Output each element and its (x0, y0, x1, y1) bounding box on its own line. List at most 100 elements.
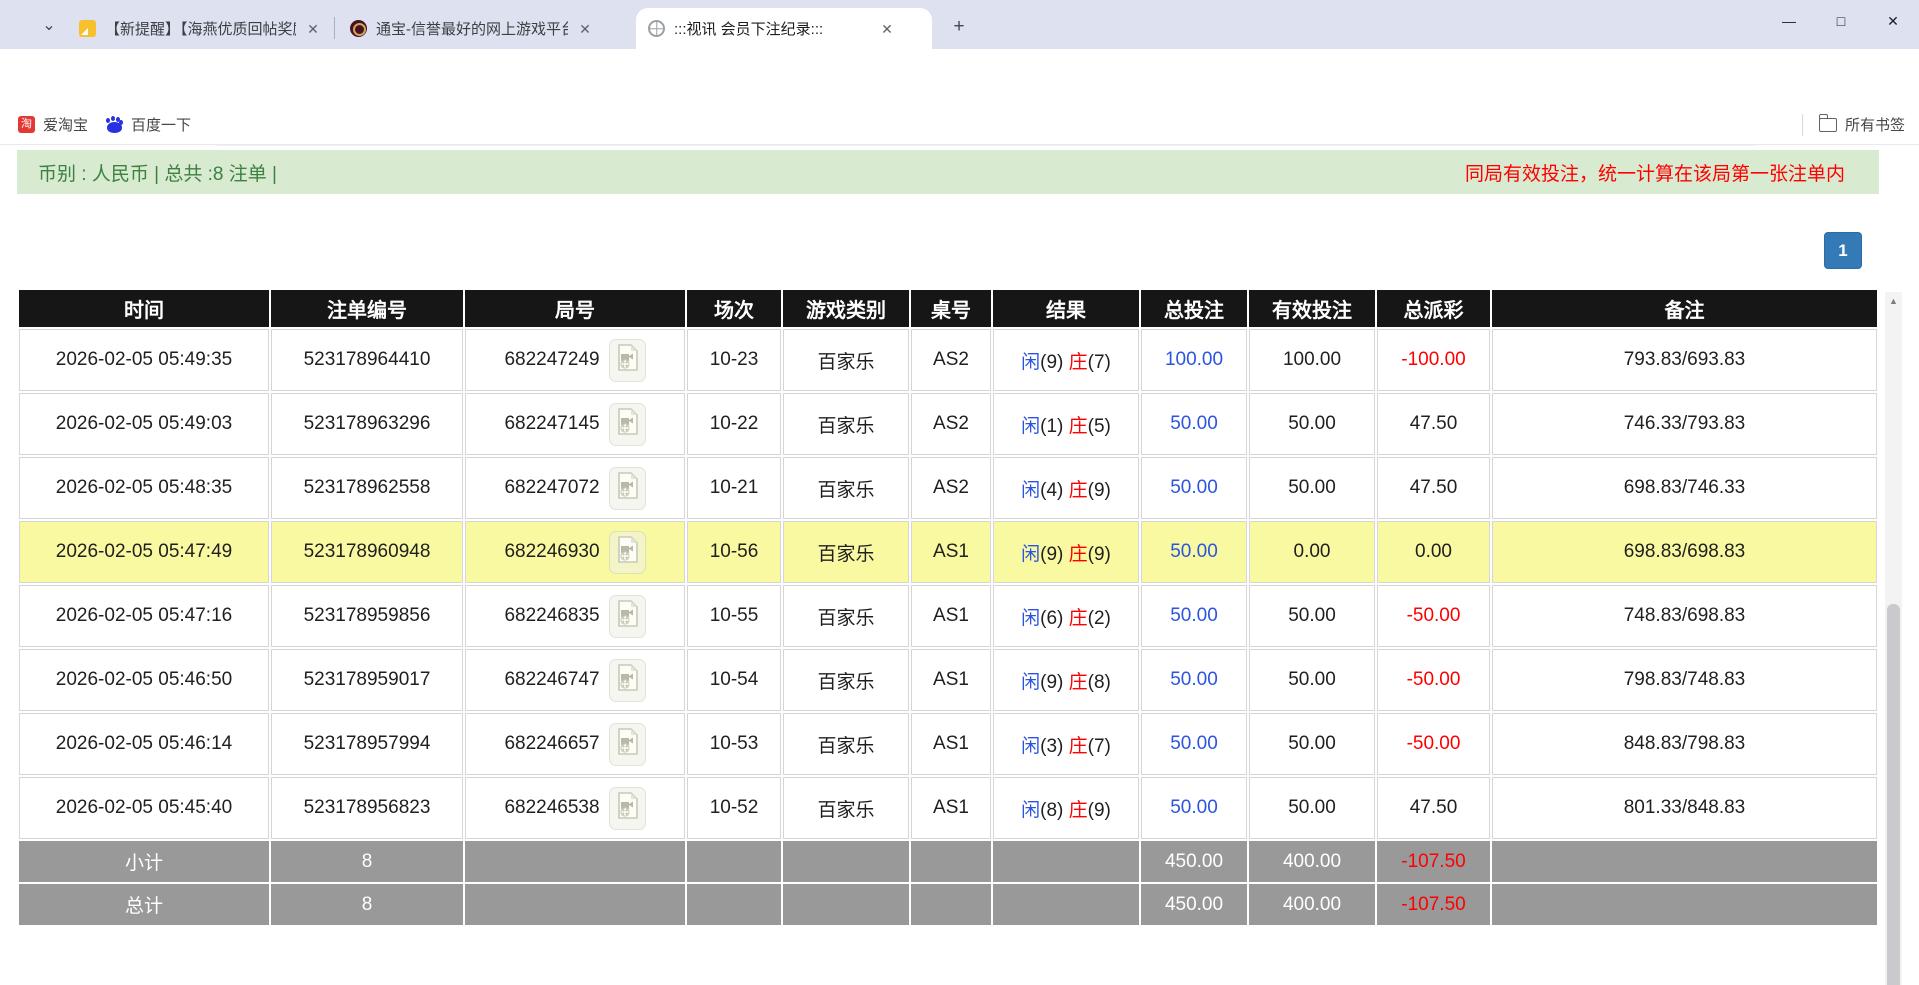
all-bookmarks-button[interactable]: 所有书签 (1845, 114, 1905, 135)
footer-empty-cell (783, 884, 909, 925)
result-banker-value: (7) (1087, 351, 1111, 373)
window-minimize-button[interactable]: — (1763, 0, 1815, 42)
footer-empty-cell (687, 884, 781, 925)
video-replay-icon (617, 663, 638, 697)
cell-table-no: AS1 (911, 713, 991, 775)
result-banker-value: (9) (1087, 479, 1111, 501)
result-player-label: 闲 (1021, 415, 1041, 437)
result-player-value: (9) (1040, 671, 1064, 693)
round-number: 682247072 (504, 477, 600, 498)
video-replay-icon (617, 407, 638, 441)
window-maximize-button[interactable]: □ (1815, 0, 1867, 42)
video-replay-button[interactable] (608, 530, 646, 574)
result-player-label: 闲 (1021, 735, 1041, 757)
tab-title: 【新提醒】【海燕优质回帖奖励 (105, 21, 297, 38)
cell-total-bet: 50.00 (1141, 521, 1247, 583)
result-player-label: 闲 (1021, 607, 1041, 629)
cell-session: 10-53 (687, 713, 781, 775)
cell-game-type: 百家乐 (783, 329, 909, 391)
cell-note: 801.33/848.83 (1492, 777, 1877, 839)
tab-close-icon[interactable]: ✕ (304, 20, 322, 38)
result-banker-value: (9) (1087, 799, 1111, 821)
cell-payout: 47.50 (1377, 393, 1490, 455)
window-controls: — □ ✕ (1763, 0, 1919, 42)
cell-round: 682246747 (465, 649, 685, 711)
cell-payout: 47.50 (1377, 457, 1490, 519)
video-replay-icon (617, 791, 638, 825)
tab-close-icon[interactable]: ✕ (576, 20, 594, 38)
cell-bet-id: 523178957994 (271, 713, 463, 775)
cell-round: 682246835 (465, 585, 685, 647)
result-player-value: (8) (1040, 799, 1064, 821)
cell-round: 682246930 (465, 521, 685, 583)
result-banker-label: 庄 (1068, 607, 1088, 629)
bet-row: 2026-02-05 05:45:40 523178956823 682246538… (19, 777, 1877, 839)
cell-valid-bet: 50.00 (1249, 457, 1375, 519)
video-replay-button[interactable] (608, 786, 646, 830)
window-close-button[interactable]: ✕ (1867, 0, 1919, 42)
tab-haiyan[interactable]: 【新提醒】【海燕优质回帖奖励 ✕ (67, 8, 332, 49)
tab-betrecord-active[interactable]: :::视讯 会员下注纪录::: ✕ (636, 8, 932, 49)
cell-time: 2026-02-05 05:46:50 (19, 649, 269, 711)
bookmarks-bar: 淘 爱淘宝 百度一下 所有书签 (0, 105, 1919, 145)
result-player-value: (1) (1040, 415, 1064, 437)
footer-empty-cell (911, 841, 991, 882)
grand-total-row: 总计 8 450.00 400.00 -107.50 (19, 884, 1877, 925)
cell-result: 闲(9) 庄(9) (993, 521, 1139, 583)
pagination-page-1-button[interactable]: 1 (1824, 232, 1862, 269)
result-player-value: (9) (1040, 543, 1064, 565)
video-replay-button[interactable] (608, 338, 646, 382)
cell-bet-id: 523178963296 (271, 393, 463, 455)
cell-valid-bet: 50.00 (1249, 585, 1375, 647)
cell-result: 闲(1) 庄(5) (993, 393, 1139, 455)
column-header-9: 总派彩 (1377, 290, 1490, 327)
cell-time: 2026-02-05 05:45:40 (19, 777, 269, 839)
column-header-7: 总投注 (1141, 290, 1247, 327)
video-replay-button[interactable] (608, 402, 646, 446)
tab-close-icon[interactable]: ✕ (878, 20, 896, 38)
tab-search-chevron-icon[interactable]: ⌄ (34, 10, 64, 40)
scrollbar-up-icon[interactable]: ▲ (1885, 292, 1902, 309)
video-replay-button[interactable] (608, 466, 646, 510)
cell-total-bet: 50.00 (1141, 585, 1247, 647)
cell-bet-id: 523178964410 (271, 329, 463, 391)
cell-round: 682247145 (465, 393, 685, 455)
taobao-icon: 淘 (18, 116, 35, 133)
bookmark-aitaobao[interactable]: 淘 爱淘宝 (18, 114, 88, 135)
notice-text: 同局有效投注，统一计算在该局第一张注单内 (1464, 163, 1845, 185)
new-tab-button[interactable]: + (945, 13, 973, 41)
footer-label: 总计 (19, 884, 269, 925)
tab-favicon-globe-icon (648, 20, 665, 37)
cell-table-no: AS1 (911, 649, 991, 711)
cell-bet-id: 523178956823 (271, 777, 463, 839)
bookmark-baidu[interactable]: 百度一下 (106, 114, 191, 135)
video-replay-icon (617, 343, 638, 377)
bookmarks-divider (1801, 113, 1803, 136)
bet-row: 2026-02-05 05:47:16 523178959856 682246835… (19, 585, 1877, 647)
video-replay-button[interactable] (608, 658, 646, 702)
column-header-2: 局号 (465, 290, 685, 327)
video-replay-button[interactable] (608, 594, 646, 638)
round-number: 682246747 (504, 669, 600, 690)
tab-tongbao[interactable]: 通宝-信誉最好的网上游戏平台 ✕ (338, 8, 626, 49)
video-replay-button[interactable] (608, 722, 646, 766)
scrollbar-thumb[interactable] (1887, 604, 1900, 985)
cell-note: 798.83/748.83 (1492, 649, 1877, 711)
footer-total-bet: 450.00 (1141, 841, 1247, 882)
baidu-paw-icon (106, 116, 124, 133)
footer-empty-cell (465, 841, 685, 882)
cell-valid-bet: 50.00 (1249, 393, 1375, 455)
cell-game-type: 百家乐 (783, 777, 909, 839)
cell-valid-bet: 100.00 (1249, 329, 1375, 391)
footer-empty-cell (993, 884, 1139, 925)
result-banker-label: 庄 (1068, 351, 1088, 373)
page-scrollbar[interactable]: ▲ ▼ (1885, 292, 1902, 985)
cell-game-type: 百家乐 (783, 393, 909, 455)
cell-result: 闲(6) 庄(2) (993, 585, 1139, 647)
result-player-label: 闲 (1021, 543, 1041, 565)
result-banker-value: (7) (1087, 735, 1111, 757)
cell-note: 793.83/693.83 (1492, 329, 1877, 391)
result-player-value: (9) (1040, 351, 1064, 373)
result-banker-value: (5) (1087, 415, 1111, 437)
result-banker-label: 庄 (1068, 671, 1088, 693)
